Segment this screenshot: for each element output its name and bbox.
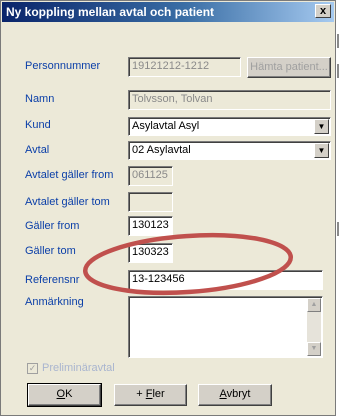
cancel-button[interactable]: Avbryt — [198, 384, 272, 406]
galler-from-input[interactable]: 130123 — [128, 216, 173, 236]
galler-tom-input[interactable]: 130323 — [128, 243, 173, 263]
referensnr-input[interactable]: 13-123456 — [128, 270, 323, 290]
avbryt-label-post: vbryt — [226, 388, 251, 400]
namn-label: Namn — [25, 93, 55, 105]
avtal-value: 02 Asylavtal — [132, 144, 191, 156]
kund-value: Asylavtal Asyl — [132, 120, 200, 132]
preliminaravtal-label: Preliminäravtal — [42, 362, 115, 374]
close-button[interactable]: x — [315, 4, 331, 18]
referensnr-label: Referensnr — [25, 274, 80, 286]
avtal-label: Avtal — [25, 144, 50, 156]
avbryt-label-key: A — [219, 388, 227, 400]
chevron-down-icon[interactable]: ▼ — [314, 143, 329, 158]
anmarkning-label: Anmärkning — [25, 296, 84, 308]
kund-label: Kund — [25, 119, 51, 131]
title-bar: Ny koppling mellan avtal och patient x — [2, 2, 334, 22]
fler-label-post: ler — [152, 388, 165, 400]
galler-tom-label: Gäller tom — [25, 245, 76, 257]
avtalet-galler-from-field: 061125 — [128, 166, 173, 186]
avtalet-galler-tom-label: Avtalet gäller tom — [25, 196, 110, 208]
avtalet-galler-from-label: Avtalet gäller from — [25, 169, 114, 181]
scroll-down-icon[interactable]: ▼ — [307, 342, 321, 356]
ok-label-key: O — [56, 388, 66, 400]
dialog-window: Ny koppling mellan avtal och patient x P… — [0, 0, 336, 416]
preliminaravtal-checkbox[interactable]: ✓ — [27, 363, 38, 374]
hamta-patient-button[interactable]: Hämta patient... — [247, 57, 331, 78]
add-more-button[interactable]: + Fler — [114, 384, 187, 406]
ok-label-post: K — [65, 388, 73, 400]
anmarkning-textarea[interactable]: ▲ ▼ — [128, 296, 323, 358]
avtalet-galler-tom-field — [128, 192, 173, 212]
namn-field: Tolvsson, Tolvan — [128, 90, 331, 110]
kund-select[interactable]: Asylavtal Asyl ▼ — [128, 117, 331, 136]
avtal-select[interactable]: 02 Asylavtal ▼ — [128, 141, 331, 160]
scrollbar[interactable]: ▲ ▼ — [307, 298, 321, 356]
window-title: Ny koppling mellan avtal och patient — [6, 5, 215, 19]
personnummer-field: 19121212-1212 — [128, 57, 241, 77]
scroll-up-icon[interactable]: ▲ — [307, 298, 321, 312]
galler-from-label: Gäller from — [25, 220, 80, 232]
ok-button[interactable]: OK — [27, 383, 102, 407]
personnummer-label: Personnummer — [25, 60, 101, 72]
fler-label-pre: + — [136, 388, 146, 400]
chevron-down-icon[interactable]: ▼ — [314, 119, 329, 134]
